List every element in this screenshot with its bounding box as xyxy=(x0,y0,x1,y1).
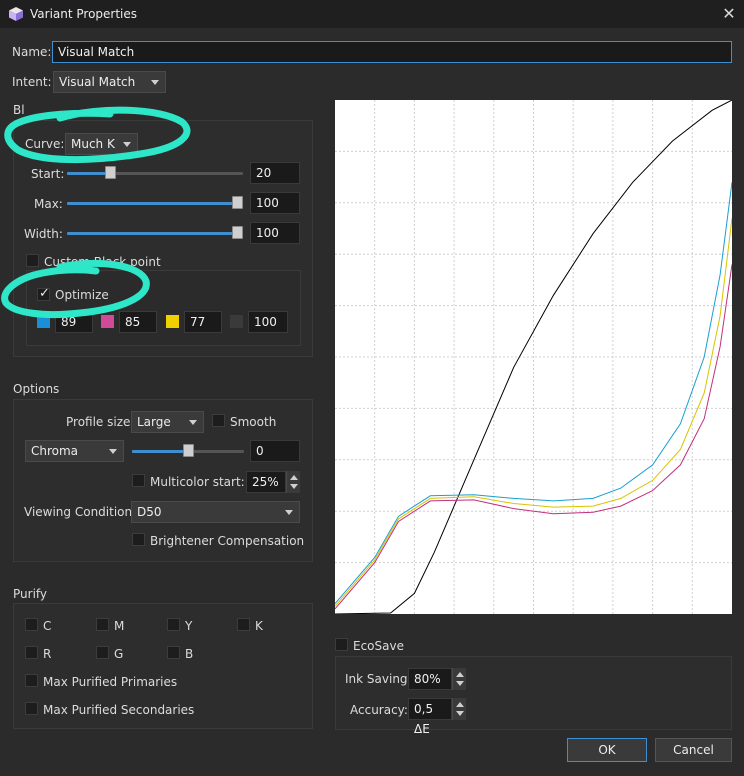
ecosave-label: EcoSave xyxy=(353,639,404,653)
width-input[interactable]: 100 xyxy=(250,222,300,244)
optimize-checkbox[interactable] xyxy=(37,286,50,301)
yellow-swatch xyxy=(166,315,179,328)
purify-c-checkbox[interactable] xyxy=(25,618,38,631)
ink-saving-input[interactable]: 80% xyxy=(408,668,452,690)
black-generation-chart xyxy=(334,99,733,615)
width-slider-handle[interactable] xyxy=(232,226,243,239)
yellow-input[interactable]: 77 xyxy=(184,311,222,333)
magenta-input[interactable]: 85 xyxy=(119,311,157,333)
brightener-checkbox[interactable] xyxy=(132,533,145,546)
chroma-dropdown[interactable]: Chroma xyxy=(25,440,124,462)
purify-k-label: K xyxy=(255,619,263,633)
cyan-swatch xyxy=(37,315,50,328)
name-input[interactable]: Visual Match xyxy=(52,41,732,63)
accuracy-label: Accuracy: xyxy=(350,703,408,717)
window-title: Variant Properties xyxy=(30,7,138,21)
chevron-down-icon xyxy=(123,142,131,147)
smooth-checkbox[interactable] xyxy=(212,414,225,427)
multicolor-start-label: Multicolor start: xyxy=(150,475,245,489)
start-slider-fill xyxy=(67,172,107,175)
name-label: Name: xyxy=(12,45,52,59)
ink-saving-label: Ink Saving: xyxy=(345,672,412,686)
smooth-label: Smooth xyxy=(230,415,277,429)
optimize-label: Optimize xyxy=(55,288,109,302)
purify-m-label: M xyxy=(114,619,125,633)
purify-r-checkbox[interactable] xyxy=(25,646,38,659)
start-input[interactable]: 20 xyxy=(250,162,300,184)
ecosave-group xyxy=(335,656,732,730)
close-icon[interactable]: ✕ xyxy=(718,3,740,25)
multicolor-start-checkbox[interactable] xyxy=(132,474,145,487)
max-secondaries-checkbox[interactable] xyxy=(25,702,38,715)
purify-y-label: Y xyxy=(185,619,193,633)
black-swatch xyxy=(230,315,243,328)
custom-black-point-checkbox[interactable] xyxy=(26,254,39,267)
chevron-down-icon xyxy=(109,449,117,454)
black-section-label: Bl xyxy=(13,103,25,117)
chroma-value: Chroma xyxy=(31,444,79,458)
width-label: Width: xyxy=(24,227,63,241)
max-label: Max: xyxy=(34,197,63,211)
viewing-condition-label: Viewing Condition: xyxy=(24,505,137,519)
purify-b-label: B xyxy=(185,647,194,661)
curve-dropdown[interactable]: Much K xyxy=(65,133,138,155)
max-input[interactable]: 100 xyxy=(250,192,300,214)
width-slider-track[interactable] xyxy=(67,232,243,235)
options-section-label: Options xyxy=(13,382,60,396)
purify-g-checkbox[interactable] xyxy=(96,646,109,659)
cube-icon xyxy=(9,7,23,21)
start-label: Start: xyxy=(31,167,65,181)
chroma-slider-handle[interactable] xyxy=(183,444,194,457)
max-primaries-checkbox[interactable] xyxy=(25,674,38,687)
accuracy-input[interactable]: 0,5 ΔE xyxy=(408,698,452,736)
chart-canvas xyxy=(334,99,733,615)
chevron-down-icon xyxy=(151,80,159,85)
ecosave-checkbox[interactable] xyxy=(335,638,348,651)
chevron-down-icon xyxy=(189,420,197,425)
intent-label: Intent: xyxy=(12,75,52,89)
intent-value: Visual Match xyxy=(59,75,136,89)
purify-g-label: G xyxy=(114,647,124,661)
profile-size-dropdown[interactable]: Large xyxy=(131,411,204,433)
purify-y-checkbox[interactable] xyxy=(167,618,180,631)
max-slider-handle[interactable] xyxy=(232,196,243,209)
black-input[interactable]: 100 xyxy=(248,311,288,333)
profile-size-label: Profile size: xyxy=(66,415,135,429)
purify-b-checkbox[interactable] xyxy=(167,646,180,659)
chroma-input[interactable]: 0 xyxy=(250,440,300,462)
max-slider-track[interactable] xyxy=(67,202,243,205)
max-primaries-label: Max Purified Primaries xyxy=(43,675,178,689)
viewing-condition-dropdown[interactable]: D50 xyxy=(131,501,300,523)
multicolor-start-spinner[interactable] xyxy=(286,471,300,493)
start-slider-handle[interactable] xyxy=(105,166,116,179)
purify-section-label: Purify xyxy=(13,587,48,601)
magenta-swatch xyxy=(101,315,114,328)
purify-r-label: R xyxy=(43,647,52,661)
curve-value: Much K xyxy=(71,137,115,151)
purify-k-checkbox[interactable] xyxy=(237,618,250,631)
chroma-slider-fill xyxy=(132,450,188,453)
curve-label: Curve: xyxy=(25,137,65,151)
cyan-input[interactable]: 89 xyxy=(55,311,93,333)
brightener-label: Brightener Compensation xyxy=(150,534,305,548)
custom-black-point-label: Custom Black point xyxy=(44,255,161,269)
ok-button[interactable]: OK xyxy=(567,738,647,762)
intent-dropdown[interactable]: Visual Match xyxy=(53,71,166,93)
accuracy-spinner[interactable] xyxy=(452,698,466,720)
purify-c-label: C xyxy=(43,619,52,633)
cancel-button[interactable]: Cancel xyxy=(655,738,732,762)
multicolor-start-input[interactable]: 25% xyxy=(246,471,286,493)
profile-size-value: Large xyxy=(137,415,171,429)
max-secondaries-label: Max Purified Secondaries xyxy=(43,703,195,717)
black-point-subgroup xyxy=(26,270,301,346)
ink-saving-spinner[interactable] xyxy=(452,668,466,690)
chevron-down-icon xyxy=(285,510,293,515)
viewing-condition-value: D50 xyxy=(137,505,162,519)
purify-m-checkbox[interactable] xyxy=(96,618,109,631)
